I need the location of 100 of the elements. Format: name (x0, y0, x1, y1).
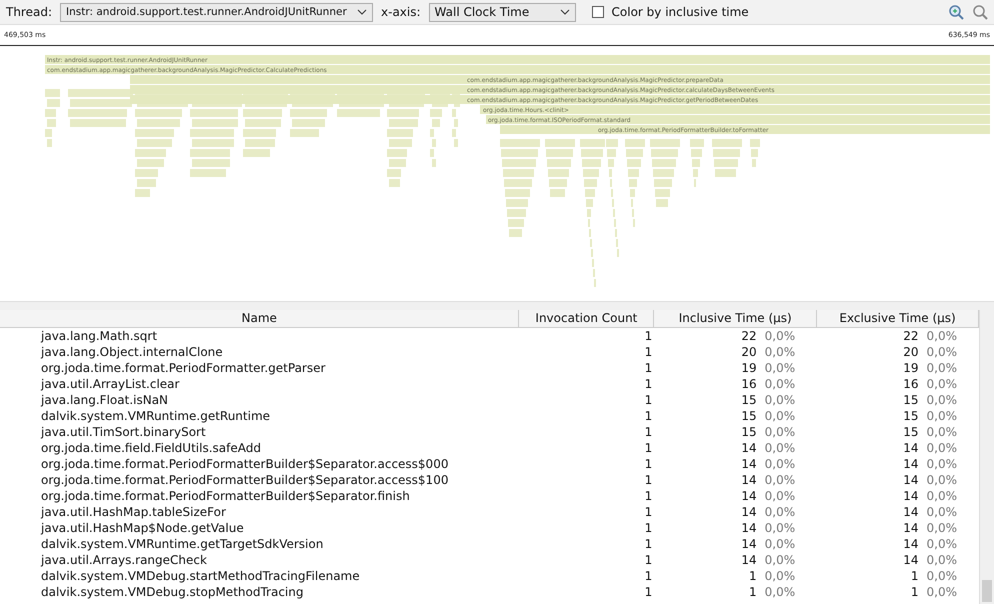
exclusive-time: 14 (903, 488, 918, 504)
exclusive-percent: 0,0% (926, 392, 957, 408)
exclusive-percent: 0,0% (926, 328, 957, 344)
checkbox-label: Color by inclusive time (612, 5, 749, 19)
inclusive-time: 16 (741, 376, 757, 392)
method-name: dalvik.system.VMRuntime.getTargetSdkVersion (40, 536, 324, 552)
exclusive-percent: 0,0% (926, 536, 957, 552)
invocation-count: 1 (644, 328, 654, 344)
exclusive-time: 14 (903, 552, 918, 568)
method-name: java.lang.Math.sqrt (40, 328, 158, 344)
thread-label: Thread: (6, 5, 52, 19)
method-name: org.joda.time.field.FieldUtils.safeAdd (40, 440, 262, 456)
invocation-count: 1 (644, 392, 654, 408)
inclusive-time: 14 (741, 488, 757, 504)
exclusive-percent: 0,0% (926, 472, 957, 488)
inclusive-time: 14 (741, 536, 757, 552)
exclusive-time: 19 (903, 360, 918, 376)
exclusive-time: 14 (903, 456, 918, 472)
exclusive-percent: 0,0% (926, 568, 957, 584)
exclusive-percent: 0,0% (926, 584, 957, 600)
exclusive-time: 1 (910, 568, 918, 584)
exclusive-time: 14 (903, 440, 918, 456)
inclusive-percent: 0,0% (764, 376, 796, 392)
exclusive-percent: 0,0% (926, 552, 957, 568)
method-name: org.joda.time.format.PeriodFormatter.getParser (40, 360, 326, 376)
column-header[interactable]: Inclusive Time (µs) (654, 310, 818, 327)
exclusive-time: 14 (903, 504, 918, 520)
inclusive-time: 19 (741, 360, 757, 376)
method-name: java.util.Arrays.rangeCheck (40, 552, 208, 568)
method-name: java.util.HashMap$Node.getValue (40, 520, 245, 536)
inclusive-percent: 0,0% (764, 520, 796, 536)
exclusive-time: 15 (903, 424, 918, 440)
zoom-fit-icon[interactable] (948, 4, 964, 20)
inclusive-percent: 0,0% (764, 504, 796, 520)
inclusive-time: 14 (741, 552, 757, 568)
exclusive-time: 15 (903, 408, 918, 424)
invocation-count: 1 (644, 344, 654, 360)
scrollbar[interactable] (979, 310, 994, 604)
search-icon[interactable] (972, 4, 988, 20)
chevron-down-icon (560, 9, 570, 15)
chevron-down-icon (357, 9, 368, 15)
exclusive-percent: 0,0% (926, 440, 957, 456)
thread-dropdown[interactable]: Instr: android.support.test.runner.AndroidJUnitRunner (60, 2, 374, 22)
inclusive-time: 15 (741, 424, 757, 440)
invocation-count: 1 (644, 440, 654, 456)
exclusive-time: 14 (903, 520, 918, 536)
method-name: java.lang.Object.internalClone (40, 344, 224, 360)
method-name: java.util.TimSort.binarySort (40, 424, 207, 440)
column-header[interactable]: Invocation Count (519, 310, 654, 327)
inclusive-time: 20 (741, 344, 757, 360)
inclusive-percent: 0,0% (764, 328, 796, 344)
inclusive-time: 1 (749, 584, 757, 600)
exclusive-percent: 0,0% (926, 488, 957, 504)
inclusive-time: 1 (749, 568, 757, 584)
exclusive-time: 1 (910, 584, 918, 600)
method-name: java.util.ArrayList.clear (40, 376, 180, 392)
invocation-count: 1 (644, 504, 654, 520)
inclusive-percent: 0,0% (764, 344, 796, 360)
invocation-count: 1 (644, 584, 654, 600)
invocation-count: 1 (644, 408, 654, 424)
x-axis-dropdown[interactable]: Wall Clock Time (428, 2, 576, 22)
inclusive-percent: 0,0% (764, 552, 796, 568)
x-axis-label: x-axis: (381, 5, 421, 19)
exclusive-percent: 0,0% (926, 344, 957, 360)
invocation-count: 1 (644, 488, 654, 504)
exclusive-percent: 0,0% (926, 376, 957, 392)
inclusive-percent: 0,0% (764, 440, 796, 456)
inclusive-time: 14 (741, 504, 757, 520)
inclusive-percent: 0,0% (764, 472, 796, 488)
inclusive-percent: 0,0% (764, 584, 796, 600)
invocation-count: 1 (644, 376, 654, 392)
invocation-count: 1 (644, 520, 654, 536)
inclusive-percent: 0,0% (764, 488, 796, 504)
scrollbar-thumb[interactable] (982, 580, 992, 602)
inclusive-percent: 0,0% (764, 536, 796, 552)
method-name: dalvik.system.VMDebug.stopMethodTracing (40, 584, 304, 600)
invocation-count: 1 (644, 360, 654, 376)
inclusive-time: 14 (741, 472, 757, 488)
exclusive-percent: 0,0% (926, 456, 957, 472)
invocation-count: 1 (644, 472, 654, 488)
exclusive-percent: 0,0% (926, 504, 957, 520)
exclusive-percent: 0,0% (926, 360, 957, 376)
exclusive-percent: 0,0% (926, 520, 957, 536)
method-name: org.joda.time.format.PeriodFormatterBuilder$Separator.access$100 (40, 472, 450, 488)
column-header[interactable]: Name (0, 310, 520, 327)
method-name: java.util.HashMap.tableSizeFor (40, 504, 227, 520)
inclusive-percent: 0,0% (764, 408, 796, 424)
inclusive-percent: 0,0% (764, 424, 796, 440)
method-name: java.lang.Float.isNaN (40, 392, 170, 408)
exclusive-time: 14 (903, 536, 918, 552)
exclusive-percent: 0,0% (926, 424, 957, 440)
inclusive-percent: 0,0% (764, 568, 796, 584)
method-name: org.joda.time.format.PeriodFormatterBuilder$Separator.access$000 (40, 456, 450, 472)
exclusive-time: 20 (903, 344, 918, 360)
inclusive-time: 14 (741, 456, 757, 472)
exclusive-time: 15 (903, 392, 918, 408)
exclusive-time: 22 (903, 328, 918, 344)
checkbox[interactable] (592, 6, 604, 18)
inclusive-time: 14 (741, 440, 757, 456)
invocation-count: 1 (644, 568, 654, 584)
